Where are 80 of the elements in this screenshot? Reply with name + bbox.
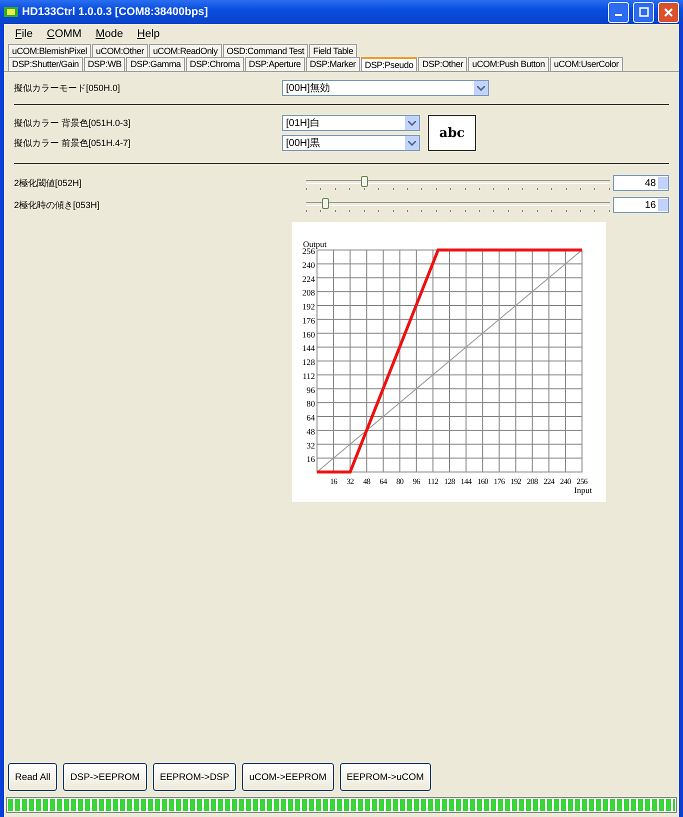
tab[interactable]: DSP:Other xyxy=(418,57,468,71)
action-button[interactable]: EEPROM->uCOM xyxy=(340,763,431,791)
action-button[interactable]: DSP->EEPROM xyxy=(63,763,147,791)
app-icon xyxy=(4,6,18,18)
maximize-button[interactable] xyxy=(633,2,654,22)
tab[interactable]: DSP:Gamma xyxy=(126,57,185,71)
y-tick-label: 144 xyxy=(302,343,315,354)
tab[interactable]: DSP:WB xyxy=(84,57,126,71)
x-tick-label: 240 xyxy=(560,477,571,486)
number-spinner[interactable]: 16 xyxy=(613,197,669,213)
y-tick-label: 240 xyxy=(302,260,315,270)
x-tick-label: 160 xyxy=(477,477,488,486)
field-label: 擬似カラー 背景色[051H.0-3] xyxy=(14,116,132,130)
menu-item[interactable]: COMM xyxy=(42,28,87,40)
slider-track[interactable] xyxy=(306,176,610,190)
maximize-icon xyxy=(638,7,648,17)
mode-dropdown[interactable]: [00H]無効 xyxy=(282,80,489,96)
x-tick-label: 128 xyxy=(444,477,455,486)
x-tick-label: 224 xyxy=(543,477,554,486)
slider-thumb[interactable] xyxy=(360,176,368,187)
y-tick-label: 128 xyxy=(302,357,315,367)
y-tick-label: 112 xyxy=(302,370,315,381)
tab[interactable]: DSP:Aperture xyxy=(244,57,305,71)
y-tick-label: 16 xyxy=(306,454,315,464)
y-tick-label: 176 xyxy=(302,315,315,326)
x-tick-label: 144 xyxy=(460,477,472,486)
close-icon xyxy=(664,8,673,16)
tab[interactable]: uCOM:Push Button xyxy=(468,57,549,71)
y-tick-label: 48 xyxy=(306,426,315,436)
x-tick-label: 64 xyxy=(380,477,387,486)
menu-item[interactable]: Help xyxy=(132,28,165,40)
tab[interactable]: DSP:Marker xyxy=(306,57,360,71)
y-tick-label: 80 xyxy=(306,398,315,409)
y-tick-label: 192 xyxy=(302,302,315,312)
field-label: 擬似カラー 前景色[051H.4-7] xyxy=(14,136,132,150)
x-tick-label: 96 xyxy=(412,477,420,486)
y-tick-label: 256 xyxy=(302,246,315,256)
number-spinner[interactable]: 48 xyxy=(613,175,669,191)
tab[interactable]: OSD:Command Test xyxy=(222,44,308,57)
x-tick-label: 48 xyxy=(363,477,370,486)
action-button[interactable]: Read All xyxy=(8,763,58,791)
tab[interactable]: Field Table xyxy=(309,44,358,57)
color-preview: abc xyxy=(428,115,476,151)
slider-track[interactable] xyxy=(306,198,610,212)
tab[interactable]: DSP:Chroma xyxy=(186,57,244,71)
y-axis-label: Output xyxy=(303,239,327,249)
tab[interactable]: DSP:Pseudo xyxy=(360,57,418,71)
minimize-button[interactable] xyxy=(608,2,629,22)
field-label: 2極化閾値[052H] xyxy=(14,176,83,190)
x-tick-label: 208 xyxy=(526,477,538,486)
x-tick-label: 176 xyxy=(494,477,505,486)
field-label: 擬似カラーモード[050H.0] xyxy=(14,82,122,94)
action-button[interactable]: uCOM->EEPROM xyxy=(242,763,334,791)
x-axis-label: Input xyxy=(574,485,592,495)
tab[interactable]: uCOM:Other xyxy=(92,44,148,57)
x-tick-label: 16 xyxy=(330,477,338,486)
menu-item[interactable]: Mode xyxy=(90,28,128,40)
x-tick-label: 256 xyxy=(576,477,588,486)
y-tick-label: 32 xyxy=(306,440,315,450)
tab[interactable]: DSP:Shutter/Gain xyxy=(8,57,83,71)
x-tick-label: 32 xyxy=(346,477,354,486)
y-tick-label: 96 xyxy=(306,384,315,395)
color-dropdown[interactable]: [00H]黒 xyxy=(282,135,420,151)
tab[interactable]: uCOM:BlemishPixel xyxy=(8,44,91,57)
slider-thumb[interactable] xyxy=(322,198,329,209)
color-dropdown[interactable]: [01H]白 xyxy=(282,115,420,131)
y-tick-label: 64 xyxy=(306,412,315,422)
x-tick-label: 80 xyxy=(396,477,404,486)
field-label: 2極化時の傾き[053H] xyxy=(14,198,101,212)
x-tick-label: 112 xyxy=(428,477,438,486)
menu-item[interactable]: File xyxy=(10,28,38,40)
y-tick-label: 160 xyxy=(302,329,315,340)
tab[interactable]: uCOM:ReadOnly xyxy=(148,44,222,57)
tab[interactable]: uCOM:UserColor xyxy=(550,57,623,71)
y-tick-label: 208 xyxy=(302,288,315,298)
close-button[interactable] xyxy=(658,2,679,22)
y-tick-label: 224 xyxy=(302,274,315,284)
action-button[interactable]: EEPROM->DSP xyxy=(152,763,236,791)
x-tick-label: 192 xyxy=(510,477,522,486)
window-title: HD133Ctrl 1.0.0.3 [COM8:38400bps] xyxy=(22,6,209,18)
